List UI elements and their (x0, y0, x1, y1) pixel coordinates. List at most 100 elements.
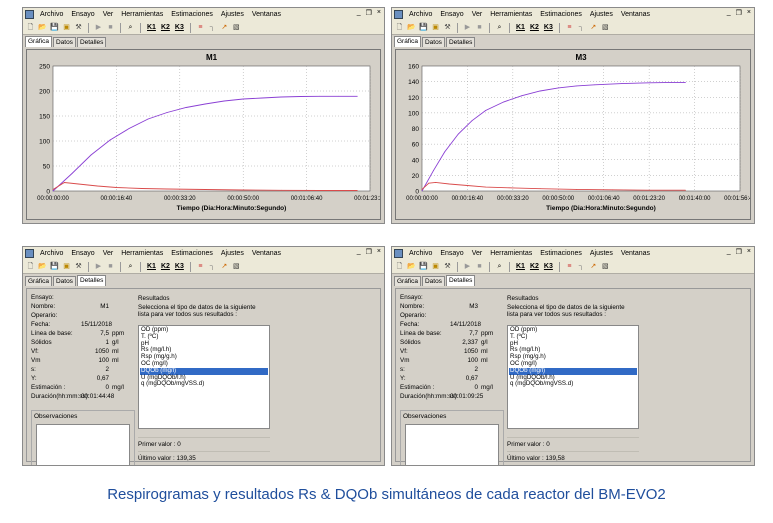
tab-datos[interactable]: Datos (421, 37, 445, 47)
tab-grafica[interactable]: Gráfica (394, 36, 421, 47)
close-button[interactable]: × (747, 9, 751, 17)
new-file-icon[interactable]: 🗋 (26, 23, 35, 32)
open-folder-icon[interactable]: 📂 (407, 23, 416, 32)
k1-button[interactable]: K1 (515, 23, 526, 32)
k1-button[interactable]: K1 (146, 23, 157, 32)
export-icon[interactable]: ▣ (431, 23, 440, 32)
menu-archivo[interactable]: Archivo (40, 11, 63, 18)
image-icon[interactable]: ▧ (601, 262, 610, 271)
menu-archivo[interactable]: Archivo (40, 250, 63, 257)
menu-estimaciones[interactable]: Estimaciones (171, 11, 213, 18)
flag-icon[interactable]: ≡ (565, 262, 574, 271)
k3-button[interactable]: K3 (543, 262, 554, 271)
menu-ver[interactable]: Ver (472, 11, 483, 18)
menu-ver[interactable]: Ver (472, 250, 483, 257)
tab-detalles[interactable]: Detalles (445, 37, 476, 47)
minimize-button[interactable]: _ (357, 9, 361, 17)
tab-detalles[interactable]: Detalles (76, 37, 107, 47)
ruler-icon[interactable]: ┐ (208, 23, 217, 32)
export-icon[interactable]: ▣ (62, 23, 71, 32)
chart-icon[interactable]: ↗ (589, 262, 598, 271)
menu-ventanas[interactable]: Ventanas (621, 11, 650, 18)
list-item[interactable]: q (mgDQOb/mgVSS.d) (509, 381, 637, 388)
minimize-button[interactable]: _ (727, 9, 731, 17)
menu-ajustes[interactable]: Ajustes (221, 11, 244, 18)
menu-ajustes[interactable]: Ajustes (221, 250, 244, 257)
k1-button[interactable]: K1 (146, 262, 157, 271)
chart-icon[interactable]: ↗ (220, 23, 229, 32)
menu-estimaciones[interactable]: Estimaciones (171, 250, 213, 257)
image-icon[interactable]: ▧ (601, 23, 610, 32)
menu-herramientas[interactable]: Herramientas (121, 11, 163, 18)
chart-icon[interactable]: ↗ (589, 23, 598, 32)
close-button[interactable]: × (377, 9, 381, 17)
chart-icon[interactable]: ↗ (220, 262, 229, 271)
play-icon[interactable]: ▶ (463, 23, 472, 32)
flag-icon[interactable]: ≡ (196, 23, 205, 32)
ruler-icon[interactable]: ┐ (577, 262, 586, 271)
list-item[interactable]: T. (ºC) (509, 333, 637, 341)
stop-icon[interactable]: ■ (475, 262, 484, 271)
menu-ensayo[interactable]: Ensayo (440, 11, 463, 18)
menu-herramientas[interactable]: Herramientas (490, 250, 532, 257)
close-button[interactable]: × (747, 248, 751, 256)
new-file-icon[interactable]: 🗋 (395, 262, 404, 271)
tab-datos[interactable]: Datos (52, 276, 76, 286)
restore-button[interactable]: ❐ (366, 9, 372, 17)
flag-icon[interactable]: ≡ (565, 23, 574, 32)
list-item[interactable]: OD (ppm) (140, 326, 268, 334)
menu-ventanas[interactable]: Ventanas (621, 250, 650, 257)
k3-button[interactable]: K3 (174, 23, 185, 32)
new-file-icon[interactable]: 🗋 (395, 23, 404, 32)
menu-herramientas[interactable]: Herramientas (121, 250, 163, 257)
tools-icon[interactable]: ⚒ (443, 262, 452, 271)
play-icon[interactable]: ▶ (94, 262, 103, 271)
k2-button[interactable]: K2 (160, 23, 171, 32)
tab-datos[interactable]: Datos (421, 276, 445, 286)
tools-icon[interactable]: ⚒ (74, 262, 83, 271)
ruler-icon[interactable]: ┐ (208, 262, 217, 271)
menu-ver[interactable]: Ver (103, 11, 114, 18)
search-icon[interactable]: ⌕ (495, 262, 504, 271)
k3-button[interactable]: K3 (543, 23, 554, 32)
menu-ensayo[interactable]: Ensayo (71, 250, 94, 257)
save-icon[interactable]: 💾 (50, 23, 59, 32)
list-item[interactable]: OD (ppm) (509, 326, 637, 334)
export-icon[interactable]: ▣ (431, 262, 440, 271)
flag-icon[interactable]: ≡ (196, 262, 205, 271)
result-type-listbox[interactable]: OD (ppm) T. (ºC) pH Rs (mg/l.h) Rsp (mg/g.h)… (507, 325, 639, 429)
tab-detalles[interactable]: Detalles (76, 275, 107, 286)
k2-button[interactable]: K2 (529, 23, 540, 32)
open-folder-icon[interactable]: 📂 (38, 23, 47, 32)
tab-grafica[interactable]: Gráfica (25, 276, 52, 286)
menu-ventanas[interactable]: Ventanas (252, 11, 281, 18)
tab-grafica[interactable]: Gráfica (25, 36, 52, 47)
image-icon[interactable]: ▧ (232, 23, 241, 32)
save-icon[interactable]: 💾 (50, 262, 59, 271)
search-icon[interactable]: ⌕ (495, 23, 504, 32)
k2-button[interactable]: K2 (160, 262, 171, 271)
stop-icon[interactable]: ■ (106, 262, 115, 271)
play-icon[interactable]: ▶ (94, 23, 103, 32)
observaciones-textarea[interactable] (405, 424, 499, 465)
tab-detalles[interactable]: Detalles (445, 275, 476, 286)
open-folder-icon[interactable]: 📂 (38, 262, 47, 271)
play-icon[interactable]: ▶ (463, 262, 472, 271)
result-type-listbox[interactable]: OD (ppm) T. (ºC) pH Rs (mg/l.h) Rsp (mg/g.h)… (138, 325, 270, 429)
menu-archivo[interactable]: Archivo (409, 11, 432, 18)
export-icon[interactable]: ▣ (62, 262, 71, 271)
menu-ajustes[interactable]: Ajustes (590, 250, 613, 257)
k2-button[interactable]: K2 (529, 262, 540, 271)
menu-ensayo[interactable]: Ensayo (440, 250, 463, 257)
save-icon[interactable]: 💾 (419, 262, 428, 271)
search-icon[interactable]: ⌕ (126, 262, 135, 271)
menu-herramientas[interactable]: Herramientas (490, 11, 532, 18)
menu-estimaciones[interactable]: Estimaciones (540, 250, 582, 257)
new-file-icon[interactable]: 🗋 (26, 262, 35, 271)
menu-archivo[interactable]: Archivo (409, 250, 432, 257)
open-folder-icon[interactable]: 📂 (407, 262, 416, 271)
restore-button[interactable]: ❐ (366, 248, 372, 256)
k1-button[interactable]: K1 (515, 262, 526, 271)
save-icon[interactable]: 💾 (419, 23, 428, 32)
list-item[interactable]: q (mgDQOb/mgVSS.d) (140, 381, 268, 388)
